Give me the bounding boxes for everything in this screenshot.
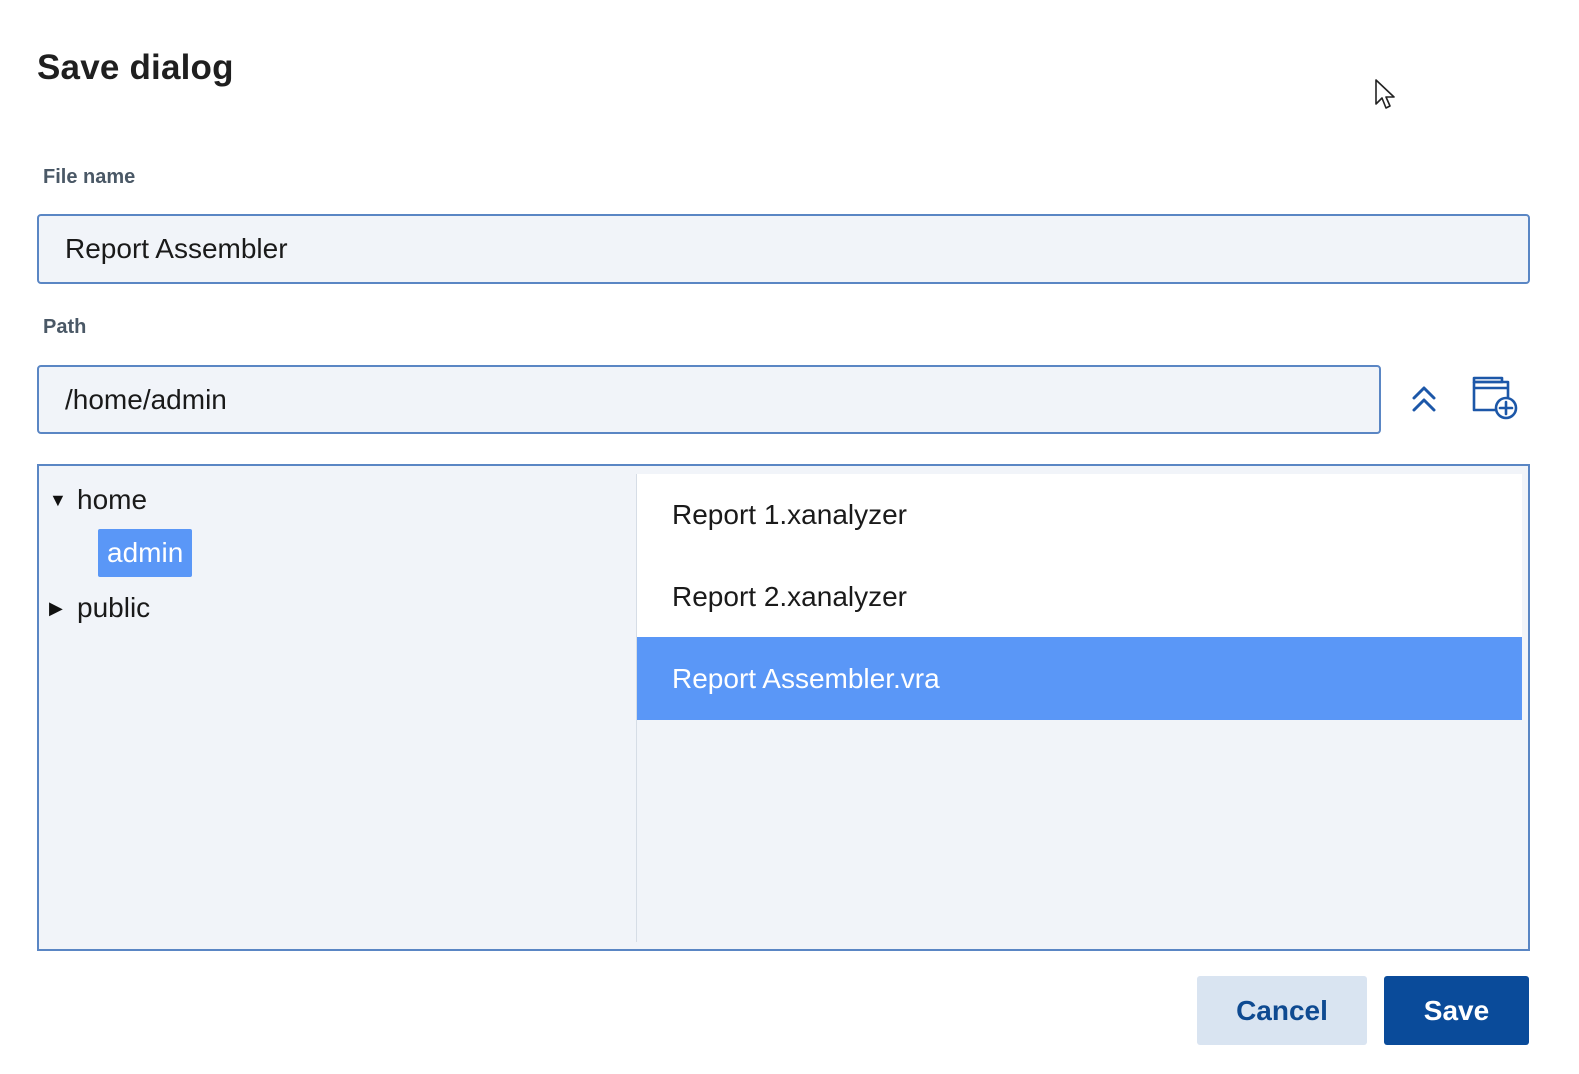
folder-add-icon: [1472, 376, 1518, 420]
file-list: Report 1.xanalyzer Report 2.xanalyzer Re…: [637, 474, 1522, 942]
tree-node-public[interactable]: ▶ public: [49, 592, 150, 624]
tree-node-label: home: [77, 484, 148, 515]
save-button[interactable]: Save: [1384, 976, 1529, 1045]
file-name: Report Assembler.vra: [672, 662, 940, 694]
folder-tree: ▼ home admin ▶ public: [39, 466, 636, 949]
path-label: Path: [43, 316, 87, 338]
double-chevron-up-icon: [1412, 386, 1436, 412]
tree-node-label: public: [77, 592, 151, 623]
file-name: Report 1.xanalyzer: [672, 499, 908, 530]
file-name-label: File name: [43, 166, 136, 188]
triangle-down-icon[interactable]: ▼: [49, 490, 77, 511]
path-input[interactable]: [37, 365, 1381, 434]
up-directory-button[interactable]: [1404, 378, 1444, 422]
file-name-input[interactable]: [37, 214, 1530, 284]
save-dialog: Save dialog File name Path ▼ home admin: [0, 0, 1579, 1074]
cancel-button[interactable]: Cancel: [1197, 976, 1367, 1045]
file-name: Report 2.xanalyzer: [672, 580, 908, 612]
triangle-right-icon[interactable]: ▶: [49, 598, 77, 619]
file-list-item[interactable]: Report 1.xanalyzer: [637, 474, 1522, 556]
file-list-item-selected[interactable]: Report Assembler.vra: [637, 637, 1522, 720]
mouse-pointer-icon: [1375, 79, 1395, 109]
dialog-title: Save dialog: [37, 48, 234, 87]
tree-node-admin[interactable]: admin: [98, 529, 193, 577]
tree-node-home[interactable]: ▼ home: [49, 484, 147, 516]
file-list-item[interactable]: Report 2.xanalyzer: [637, 556, 1522, 637]
file-browser: ▼ home admin ▶ public Report 1.xanalyzer…: [37, 464, 1530, 951]
new-folder-button[interactable]: [1468, 374, 1520, 422]
